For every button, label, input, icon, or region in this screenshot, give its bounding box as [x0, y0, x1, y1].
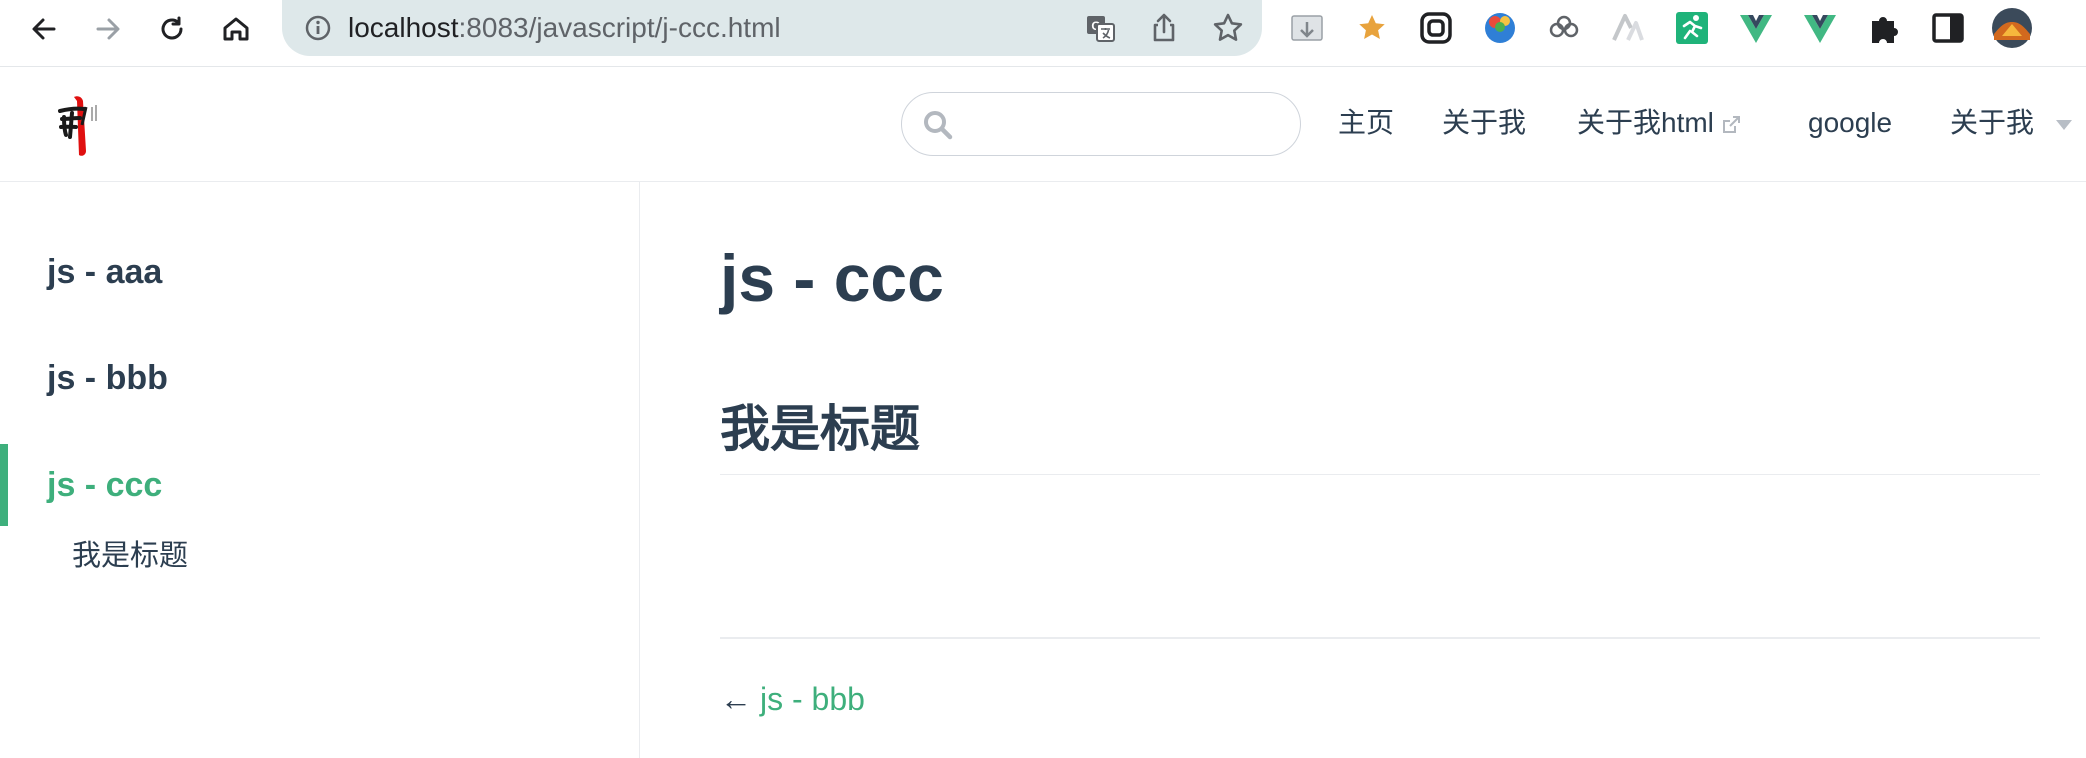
nav-link-about-html[interactable]: 关于我html — [1577, 105, 1742, 141]
info-icon[interactable] — [300, 10, 336, 46]
search-icon — [924, 111, 953, 140]
nav-link-label: 主页 — [1338, 107, 1395, 138]
forward-button[interactable] — [88, 9, 128, 49]
page-nav-divider — [720, 637, 2040, 639]
url-text[interactable]: localhost:8083/javascript/j-ccc.html — [348, 10, 781, 46]
sidebar-item-label: js - ccc — [47, 466, 163, 504]
home-icon — [223, 17, 249, 41]
share-button[interactable] — [1144, 8, 1184, 48]
page-title: js - ccc — [720, 241, 944, 315]
profile-avatar-button[interactable] — [1990, 6, 2034, 50]
back-button[interactable] — [24, 9, 64, 49]
url-path: :8083/javascript/j-ccc.html — [458, 12, 781, 43]
extension-mountain[interactable] — [1606, 6, 1650, 50]
mountain-logo-icon — [1612, 14, 1644, 41]
extension-cloud[interactable] — [1542, 6, 1586, 50]
cloud-chain-icon — [1549, 15, 1579, 38]
reload-button[interactable] — [152, 9, 192, 49]
chain-link-icon — [1420, 12, 1452, 44]
nav-link-about[interactable]: 关于我 — [1442, 105, 1526, 141]
address-bar[interactable]: localhost:8083/javascript/j-ccc.html G — [282, 0, 1262, 56]
download-folder-icon — [1291, 15, 1323, 41]
vue-logo-icon — [1804, 15, 1836, 43]
nav-link-label: 关于我html — [1577, 107, 1714, 138]
prev-page-label: js - bbb — [760, 681, 865, 717]
nav-link-home[interactable]: 主页 — [1338, 105, 1394, 141]
prev-page-link[interactable]: ← js - bbb — [720, 678, 865, 720]
bookmark-button[interactable] — [1208, 8, 1248, 48]
arrow-left-icon: ← — [720, 681, 752, 717]
heading-divider — [720, 474, 2040, 475]
sidebar-subitem-heading[interactable]: 我是标题 — [72, 536, 188, 576]
sidebar-item-js-ccc[interactable]: js - ccc — [47, 463, 162, 507]
home-button[interactable] — [216, 9, 256, 49]
site-header: 主页 关于我 关于我html google 关于我 — [0, 67, 2086, 182]
sidebar-item-js-aaa[interactable]: js - aaa — [47, 250, 162, 294]
translate-icon: G — [1087, 16, 1115, 42]
nav-link-label: google — [1808, 107, 1893, 138]
fruit-bowl-icon — [1485, 13, 1515, 43]
extension-vue-devtools-2[interactable] — [1798, 6, 1842, 50]
nav-dropdown-about[interactable]: 关于我 — [1950, 105, 2034, 141]
search-box[interactable] — [901, 92, 1301, 156]
extensions-menu-button[interactable] — [1862, 6, 1906, 50]
url-host: localhost — [348, 12, 459, 43]
extension-vue-devtools[interactable] — [1734, 6, 1778, 50]
sidebar-subitem-label: 我是标题 — [72, 540, 189, 572]
brush-logo-icon — [58, 96, 97, 156]
site-logo[interactable] — [56, 93, 108, 159]
arrow-left-icon — [32, 18, 56, 40]
star-icon — [1359, 15, 1385, 39]
browser-toolbar: localhost:8083/javascript/j-ccc.html G — [0, 0, 2086, 67]
sidebar: js - aaa js - bbb js - ccc 我是标题 — [0, 182, 640, 758]
extension-runner[interactable] — [1670, 6, 1714, 50]
nav-link-google[interactable]: google — [1808, 105, 1892, 141]
sidebar-item-js-bbb[interactable]: js - bbb — [47, 356, 168, 400]
extension-fruit[interactable] — [1478, 6, 1522, 50]
reload-icon — [161, 16, 183, 40]
side-panel-button[interactable] — [1926, 6, 1970, 50]
puzzle-piece-icon — [1872, 17, 1898, 43]
nav-link-label: 关于我 — [1950, 107, 2035, 138]
nav-link-label: 关于我 — [1442, 107, 1527, 138]
sidebar-item-label: js - aaa — [47, 253, 163, 291]
vue-logo-icon — [1740, 15, 1772, 43]
search-input[interactable] — [966, 101, 1280, 149]
side-panel-icon — [1932, 13, 1964, 43]
extension-star[interactable] — [1350, 6, 1394, 50]
caret-down-icon[interactable] — [2056, 120, 2072, 130]
sidebar-item-label: js - bbb — [47, 359, 168, 397]
share-icon — [1153, 13, 1175, 42]
avatar-icon — [1992, 8, 2032, 48]
star-outline-icon — [1213, 13, 1243, 41]
section-heading: 我是标题 — [720, 401, 920, 457]
running-man-icon — [1676, 12, 1708, 44]
active-indicator — [0, 444, 8, 526]
extension-readlater[interactable] — [1286, 6, 1330, 50]
extension-link[interactable] — [1414, 6, 1458, 50]
translate-button[interactable]: G — [1080, 8, 1120, 48]
arrow-right-icon — [96, 18, 120, 40]
external-link-icon — [1722, 115, 1740, 133]
